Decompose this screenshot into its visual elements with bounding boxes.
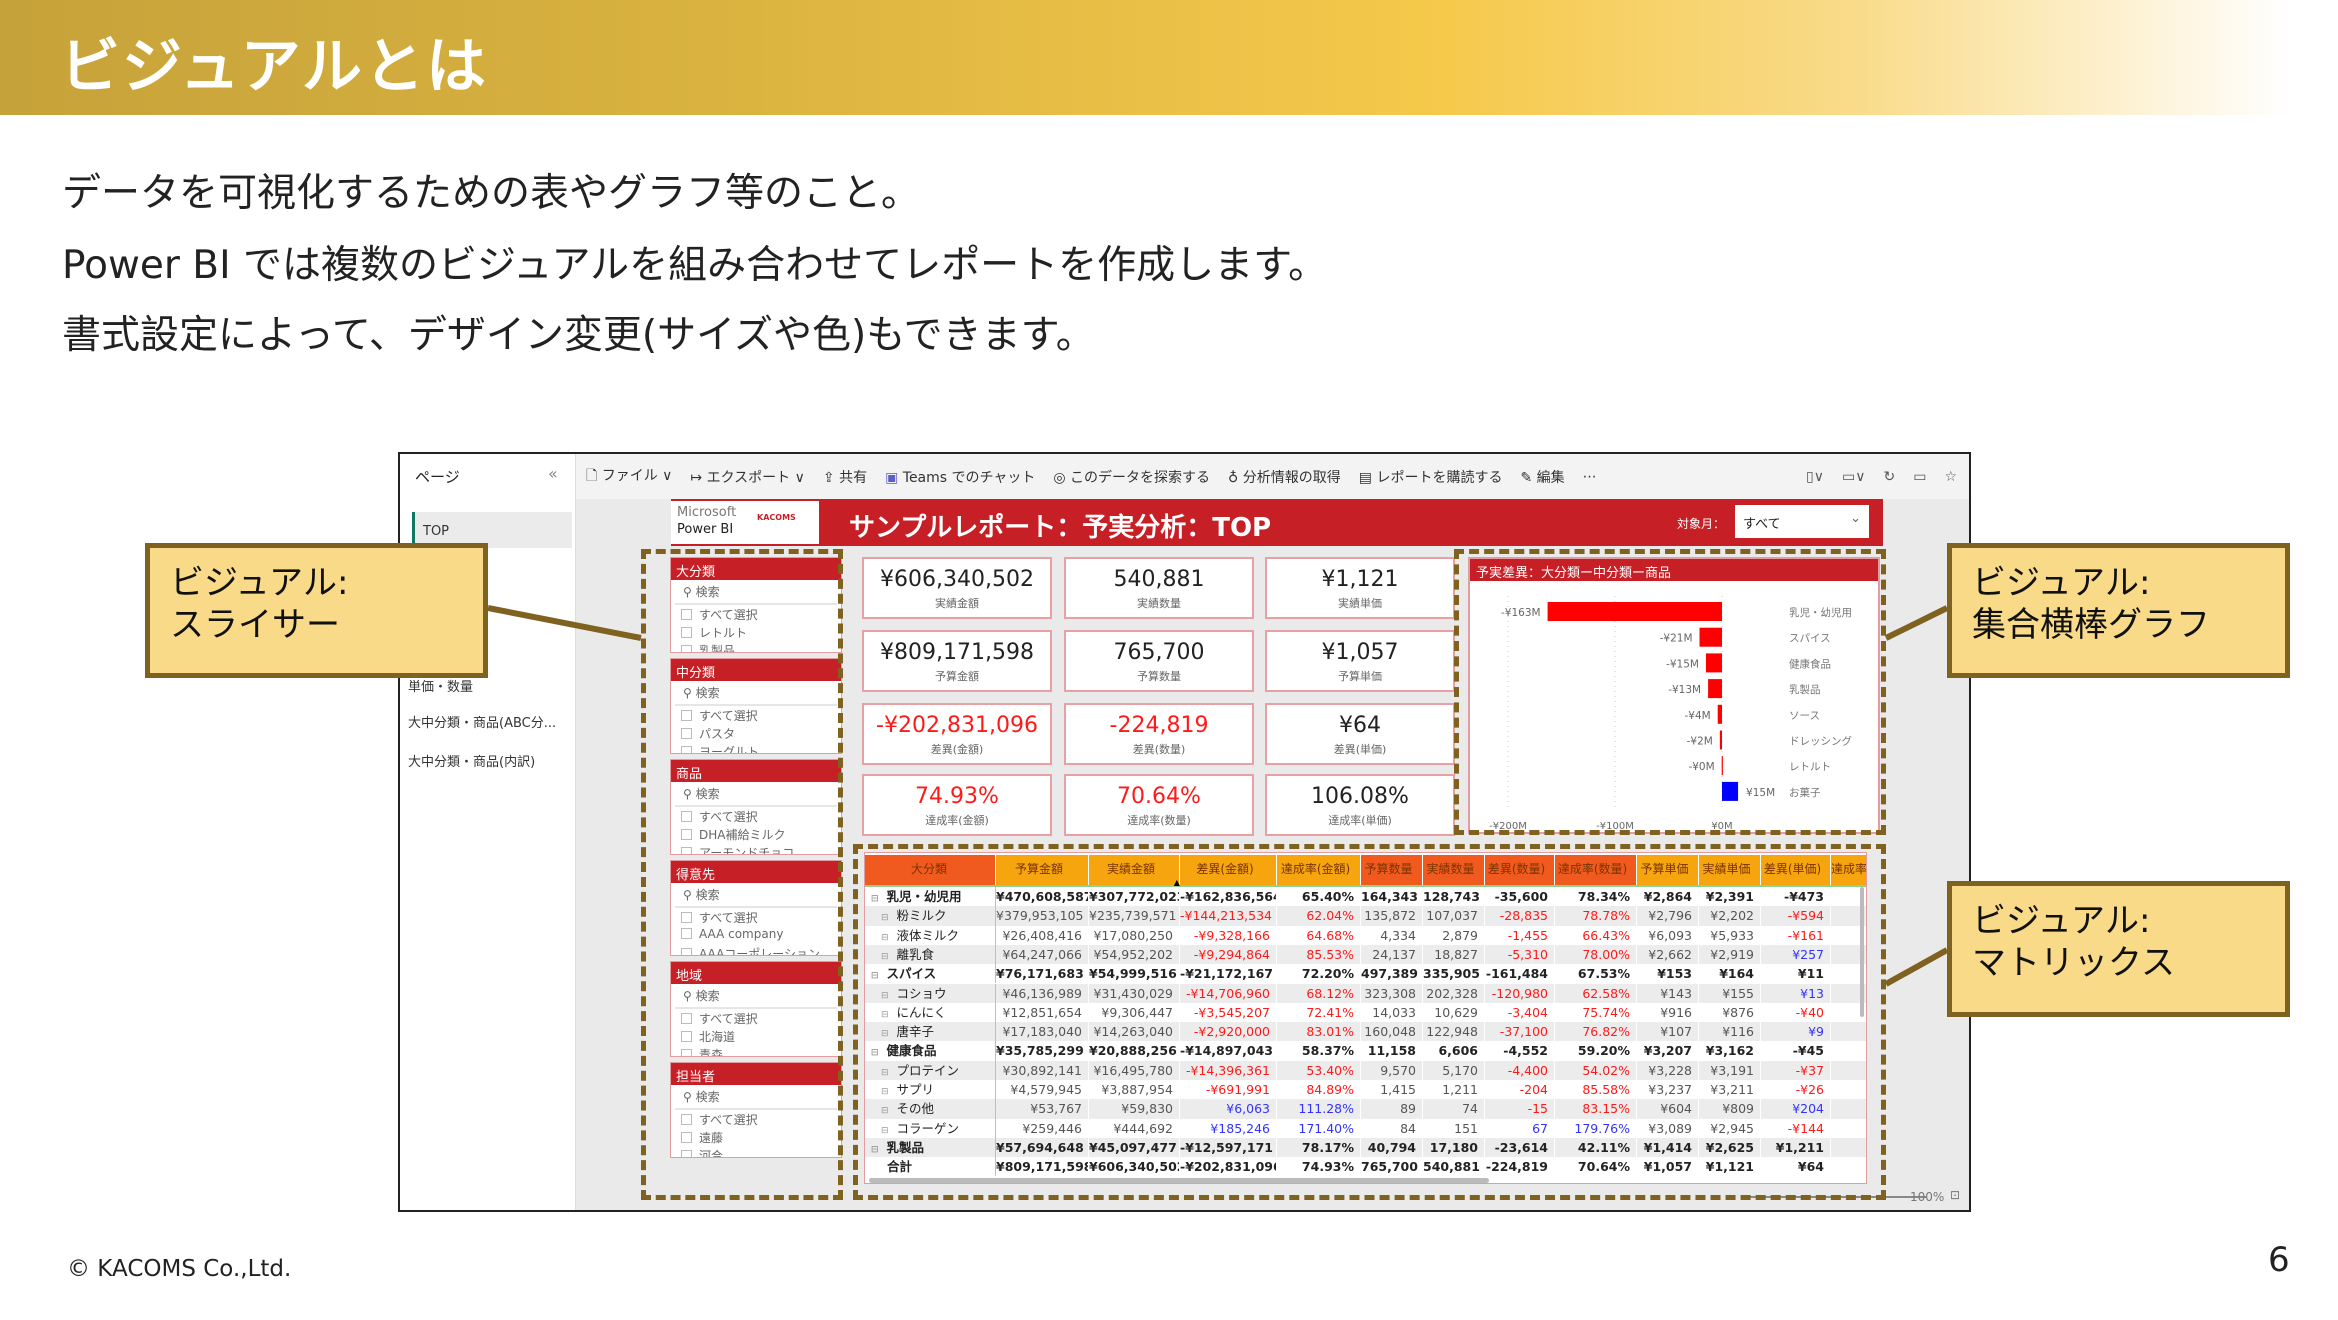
connector-chart xyxy=(1884,605,1949,641)
callout-bar-chart: ビジュアル: 集合横棒グラフ xyxy=(1947,543,2290,678)
page-number: 6 xyxy=(2268,1240,2290,1280)
callout-matrix: ビジュアル: マトリックス xyxy=(1947,881,2290,1017)
copyright: © KACOMS Co.,Ltd. xyxy=(67,1256,292,1282)
connector-matrix xyxy=(1884,947,1949,987)
callout-slicer: ビジュアル: スライサー xyxy=(145,543,488,678)
connector-slicer xyxy=(487,605,642,641)
